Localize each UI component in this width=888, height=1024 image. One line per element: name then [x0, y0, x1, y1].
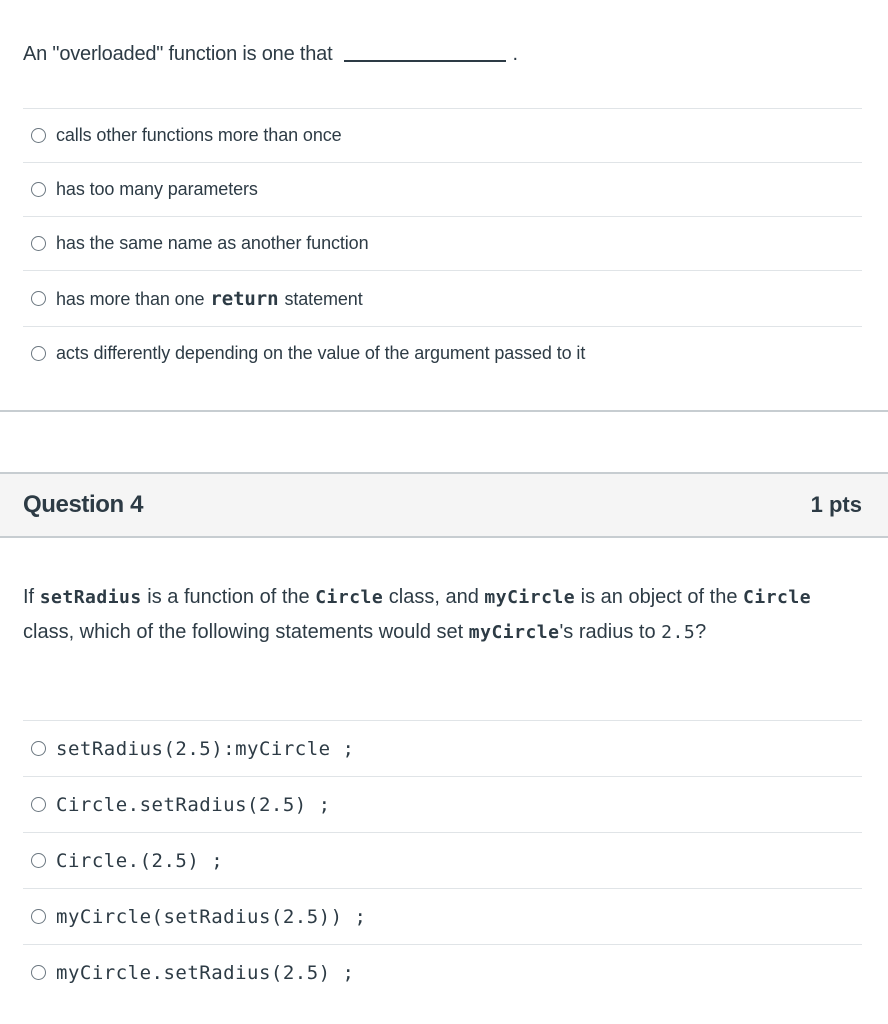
prompt-text: If: [23, 586, 35, 608]
radio-button-icon[interactable]: [31, 853, 46, 868]
answer-option[interactable]: acts differently depending on the value …: [23, 326, 862, 380]
answer-label: acts differently depending on the value …: [56, 343, 586, 363]
answer-label: myCircle.setRadius(2.5) ;: [56, 961, 355, 984]
inline-code: myCircle: [468, 622, 560, 643]
answer-label: myCircle(setRadius(2.5)) ;: [56, 905, 367, 928]
prompt-period: .: [512, 43, 518, 65]
answer-label: setRadius(2.5):myCircle ;: [56, 737, 355, 760]
prompt-text: ?: [695, 621, 707, 643]
answer-option[interactable]: has more than one return statement: [23, 270, 862, 326]
answer-label: calls other functions more than once: [56, 125, 342, 145]
question-4-prompt: If setRadius is a function of the Circle…: [23, 580, 853, 650]
answer-label: Circle.(2.5) ;: [56, 849, 224, 872]
answer-option[interactable]: has too many parameters: [23, 162, 862, 216]
answer-label: has the same name as another function: [56, 233, 369, 253]
radio-button-icon[interactable]: [31, 741, 46, 756]
inline-code: 2.5: [661, 622, 696, 643]
answer-option[interactable]: setRadius(2.5):myCircle ;: [23, 720, 862, 776]
radio-button-icon[interactable]: [31, 346, 46, 361]
prompt-text: is a function of the: [147, 586, 310, 608]
radio-button-icon[interactable]: [31, 291, 46, 306]
answer-option[interactable]: has the same name as another function: [23, 216, 862, 270]
prompt-text: class, and: [388, 586, 479, 608]
answer-option[interactable]: Circle.(2.5) ;: [23, 832, 862, 888]
radio-button-icon[interactable]: [31, 965, 46, 980]
answer-label-pre: has more than one: [56, 288, 205, 309]
answer-option[interactable]: calls other functions more than once: [23, 108, 862, 162]
prompt-text: is an object of the: [580, 586, 738, 608]
question-4-answers: setRadius(2.5):myCircle ; Circle.setRadi…: [23, 720, 862, 1000]
inline-code: myCircle: [484, 587, 576, 608]
inline-code: Circle: [315, 587, 384, 608]
answer-label: has too many parameters: [56, 179, 258, 199]
question-3-answers: calls other functions more than once has…: [23, 108, 862, 380]
question-divider: [0, 410, 888, 412]
question-3-prompt-text: An "overloaded" function is one that: [23, 43, 333, 65]
prompt-text: 's radius to: [559, 621, 656, 643]
answer-option[interactable]: myCircle(setRadius(2.5)) ;: [23, 888, 862, 944]
radio-button-icon[interactable]: [31, 128, 46, 143]
inline-code: setRadius: [39, 587, 142, 608]
question-title: Question 4: [23, 491, 144, 518]
code-keyword: return: [210, 287, 279, 310]
inline-code: Circle: [743, 587, 812, 608]
question-3-prompt: An "overloaded" function is one that.: [23, 43, 518, 66]
fill-in-blank-line: [344, 59, 507, 62]
answer-label-post: statement: [284, 288, 363, 309]
prompt-text: class, which of the following statements…: [23, 621, 464, 643]
radio-button-icon[interactable]: [31, 797, 46, 812]
answer-option[interactable]: myCircle.setRadius(2.5) ;: [23, 944, 862, 1000]
radio-button-icon[interactable]: [31, 236, 46, 251]
answer-label: Circle.setRadius(2.5) ;: [56, 793, 331, 816]
question-points: 1 pts: [810, 492, 862, 517]
question-4-header: Question 4 1 pts: [0, 472, 888, 538]
radio-button-icon[interactable]: [31, 182, 46, 197]
answer-option[interactable]: Circle.setRadius(2.5) ;: [23, 776, 862, 832]
radio-button-icon[interactable]: [31, 909, 46, 924]
answer-label: has more than one return statement: [56, 288, 363, 310]
